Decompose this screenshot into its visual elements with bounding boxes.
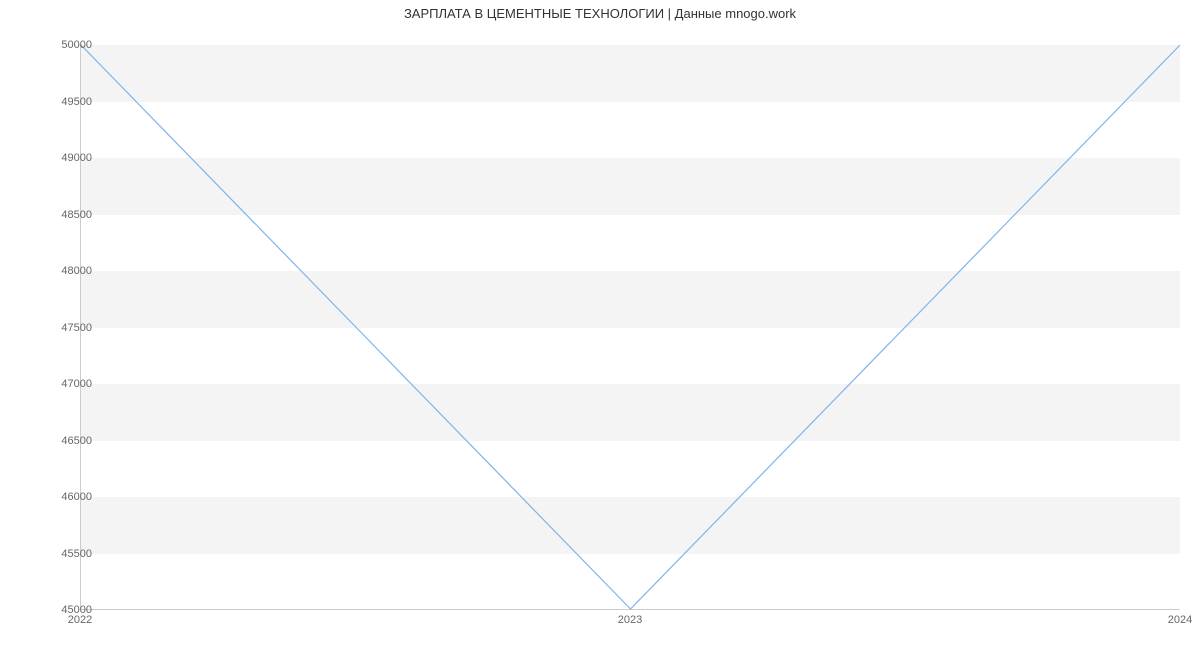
x-tick-label: 2023 bbox=[600, 614, 660, 626]
y-tick-label: 49500 bbox=[32, 96, 92, 108]
y-tick-label: 48000 bbox=[32, 265, 92, 277]
y-tick-label: 48500 bbox=[32, 209, 92, 221]
plot-area bbox=[80, 45, 1180, 610]
y-tick-label: 47500 bbox=[32, 322, 92, 334]
y-tick-label: 50000 bbox=[32, 39, 92, 51]
y-tick-label: 45500 bbox=[32, 548, 92, 560]
y-tick-label: 47000 bbox=[32, 378, 92, 390]
chart-container: ЗАРПЛАТА В ЦЕМЕНТНЫЕ ТЕХНОЛОГИИ | Данные… bbox=[0, 0, 1200, 650]
x-tick-label: 2024 bbox=[1150, 614, 1200, 626]
y-tick-label: 46500 bbox=[32, 435, 92, 447]
chart-title: ЗАРПЛАТА В ЦЕМЕНТНЫЕ ТЕХНОЛОГИИ | Данные… bbox=[0, 6, 1200, 21]
series-line bbox=[81, 45, 1180, 609]
y-tick-label: 46000 bbox=[32, 491, 92, 503]
y-tick-label: 49000 bbox=[32, 152, 92, 164]
line-layer bbox=[81, 45, 1180, 609]
x-tick-label: 2022 bbox=[50, 614, 110, 626]
